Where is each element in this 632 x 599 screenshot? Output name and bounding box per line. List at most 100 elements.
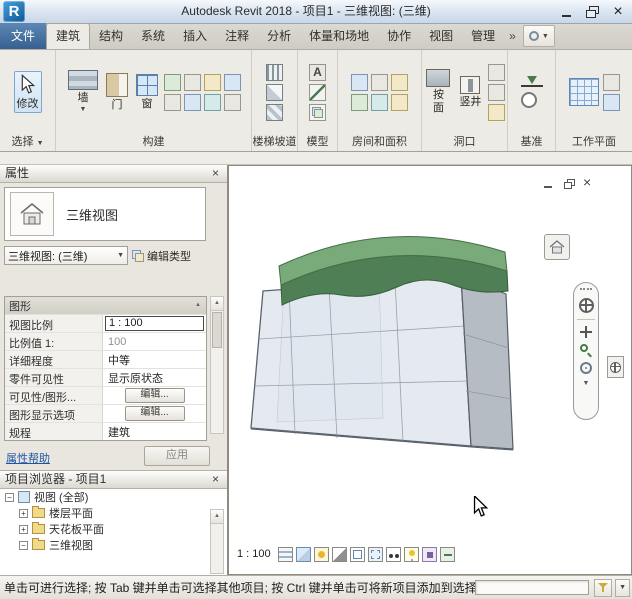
area-boundary-icon[interactable]: [371, 94, 388, 111]
apply-button[interactable]: 应用: [144, 446, 210, 466]
tab-file[interactable]: 文件: [0, 23, 46, 49]
property-value[interactable]: 中等: [103, 351, 206, 368]
reveal-hidden-elements-icon[interactable]: [404, 547, 419, 562]
floor-icon[interactable]: [164, 94, 181, 111]
modify-button[interactable]: 修改: [14, 71, 42, 114]
revit-logo[interactable]: R: [3, 1, 25, 22]
panel-label-select[interactable]: 选择 ▼: [0, 134, 55, 151]
curtain-system-icon[interactable]: [184, 94, 201, 111]
vertical-opening-icon[interactable]: [488, 84, 505, 101]
crop-view-icon[interactable]: [350, 547, 365, 562]
edit-button[interactable]: 编辑...: [125, 406, 185, 421]
tab-insert[interactable]: 插入: [174, 24, 216, 49]
temporary-view-properties-icon[interactable]: [422, 547, 437, 562]
chevron-down-icon[interactable]: ▼: [583, 380, 590, 387]
wall-button[interactable]: 墙 ▼: [66, 68, 100, 117]
edit-button[interactable]: 编辑...: [125, 388, 185, 403]
ceiling-icon[interactable]: [224, 74, 241, 91]
tab-manage[interactable]: 管理: [462, 24, 504, 49]
close-button[interactable]: [607, 2, 629, 21]
properties-help-link[interactable]: 属性帮助: [6, 450, 50, 466]
panel-label-stairs-ramp[interactable]: 楼梯坡道: [252, 134, 297, 151]
tab-analyze[interactable]: 分析: [258, 24, 300, 49]
selection-options-dropdown[interactable]: ▼: [615, 579, 630, 597]
view-restore-button[interactable]: [563, 178, 575, 190]
sun-path-icon[interactable]: [314, 547, 329, 562]
tab-massing-site[interactable]: 体量和场地: [300, 24, 378, 49]
worksets-field[interactable]: [475, 580, 590, 595]
edit-type-button[interactable]: 编辑类型: [132, 246, 206, 265]
view-close-button[interactable]: [583, 178, 595, 190]
expand-icon[interactable]: +: [19, 509, 28, 518]
ramp-icon[interactable]: [266, 84, 283, 101]
property-value[interactable]: 建筑: [103, 423, 206, 440]
panel-label-opening[interactable]: 洞口: [422, 134, 507, 151]
restore-button[interactable]: [581, 2, 603, 21]
pan-icon[interactable]: [580, 326, 592, 338]
set-work-plane-icon[interactable]: [569, 78, 599, 106]
show-work-plane-icon[interactable]: [603, 74, 620, 91]
show-crop-region-icon[interactable]: [368, 547, 383, 562]
navigation-wheel-menu-button[interactable]: [607, 356, 624, 378]
zoom-icon[interactable]: [580, 344, 592, 356]
panel-label-datum[interactable]: 基准: [508, 134, 555, 151]
room-icon[interactable]: [351, 74, 368, 91]
property-section-graphics[interactable]: 图形 ▲: [5, 297, 206, 315]
property-value[interactable]: 1 : 100: [103, 315, 206, 332]
expand-icon[interactable]: −: [19, 541, 28, 550]
level-icon[interactable]: [521, 76, 543, 89]
component-icon[interactable]: [164, 74, 181, 91]
expand-icon[interactable]: +: [19, 525, 28, 534]
tree-item-ceiling-plans[interactable]: + 天花板平面: [0, 521, 227, 537]
drawing-area[interactable]: ▼ 1 : 100: [228, 165, 632, 575]
model-group-icon[interactable]: [309, 104, 326, 121]
area-icon[interactable]: [351, 94, 368, 111]
viewer-icon[interactable]: [603, 94, 620, 111]
panel-label-room-area[interactable]: 房间和面积: [338, 134, 421, 151]
door-button[interactable]: 门: [104, 71, 130, 114]
tree-item-floor-plans[interactable]: + 楼层平面: [0, 505, 227, 521]
scroll-up-icon[interactable]: ▲: [211, 297, 223, 311]
wall-opening-icon[interactable]: [488, 64, 505, 81]
collapse-icon[interactable]: −: [5, 493, 14, 502]
tab-view[interactable]: 视图: [420, 24, 462, 49]
panel-label-model[interactable]: 模型: [298, 134, 337, 151]
model-text-icon[interactable]: [309, 64, 326, 81]
close-icon[interactable]: ×: [208, 472, 223, 487]
property-value[interactable]: 显示原状态: [103, 369, 206, 386]
panel-label-build[interactable]: 构建: [56, 134, 251, 151]
tab-systems[interactable]: 系统: [132, 24, 174, 49]
dormer-icon[interactable]: [488, 104, 505, 121]
tree-item-views-all[interactable]: − 视图 (全部): [0, 489, 227, 505]
detail-level-icon[interactable]: [278, 547, 293, 562]
view-minimize-button[interactable]: [543, 178, 555, 190]
minimize-button[interactable]: [555, 2, 577, 21]
orbit-icon[interactable]: [580, 362, 592, 374]
column-icon[interactable]: [184, 74, 201, 91]
properties-header[interactable]: 属性 ×: [0, 165, 227, 183]
scrollbar-thumb[interactable]: [212, 312, 222, 348]
show-constraints-icon[interactable]: [440, 547, 455, 562]
stair-icon[interactable]: [266, 104, 283, 121]
curtain-grid-icon[interactable]: [204, 94, 221, 111]
ribbon-display-toggle[interactable]: ▼: [523, 25, 555, 47]
properties-scrollbar[interactable]: ▲: [210, 296, 224, 434]
type-selector[interactable]: 三维视图: [4, 187, 206, 241]
tab-collaborate[interactable]: 协作: [378, 24, 420, 49]
panel-label-work-plane[interactable]: 工作平面: [556, 134, 632, 151]
shadows-icon[interactable]: [332, 547, 347, 562]
mullion-icon[interactable]: [224, 94, 241, 111]
scroll-up-icon[interactable]: ▲: [211, 510, 223, 524]
tab-structure[interactable]: 结构: [90, 24, 132, 49]
filter-button[interactable]: [594, 579, 612, 597]
tag-area-icon[interactable]: [391, 94, 408, 111]
visual-style-icon[interactable]: [296, 547, 311, 562]
opening-by-face-button[interactable]: 按 面: [424, 67, 453, 116]
room-separator-icon[interactable]: [371, 74, 388, 91]
project-browser-header[interactable]: 项目浏览器 - 项目1 ×: [0, 471, 227, 489]
window-button[interactable]: 窗: [134, 72, 160, 113]
viewcube-home-button[interactable]: [544, 234, 570, 260]
tab-architecture[interactable]: 建筑: [46, 23, 90, 49]
grid-icon[interactable]: [521, 92, 537, 108]
close-icon[interactable]: ×: [208, 166, 223, 181]
